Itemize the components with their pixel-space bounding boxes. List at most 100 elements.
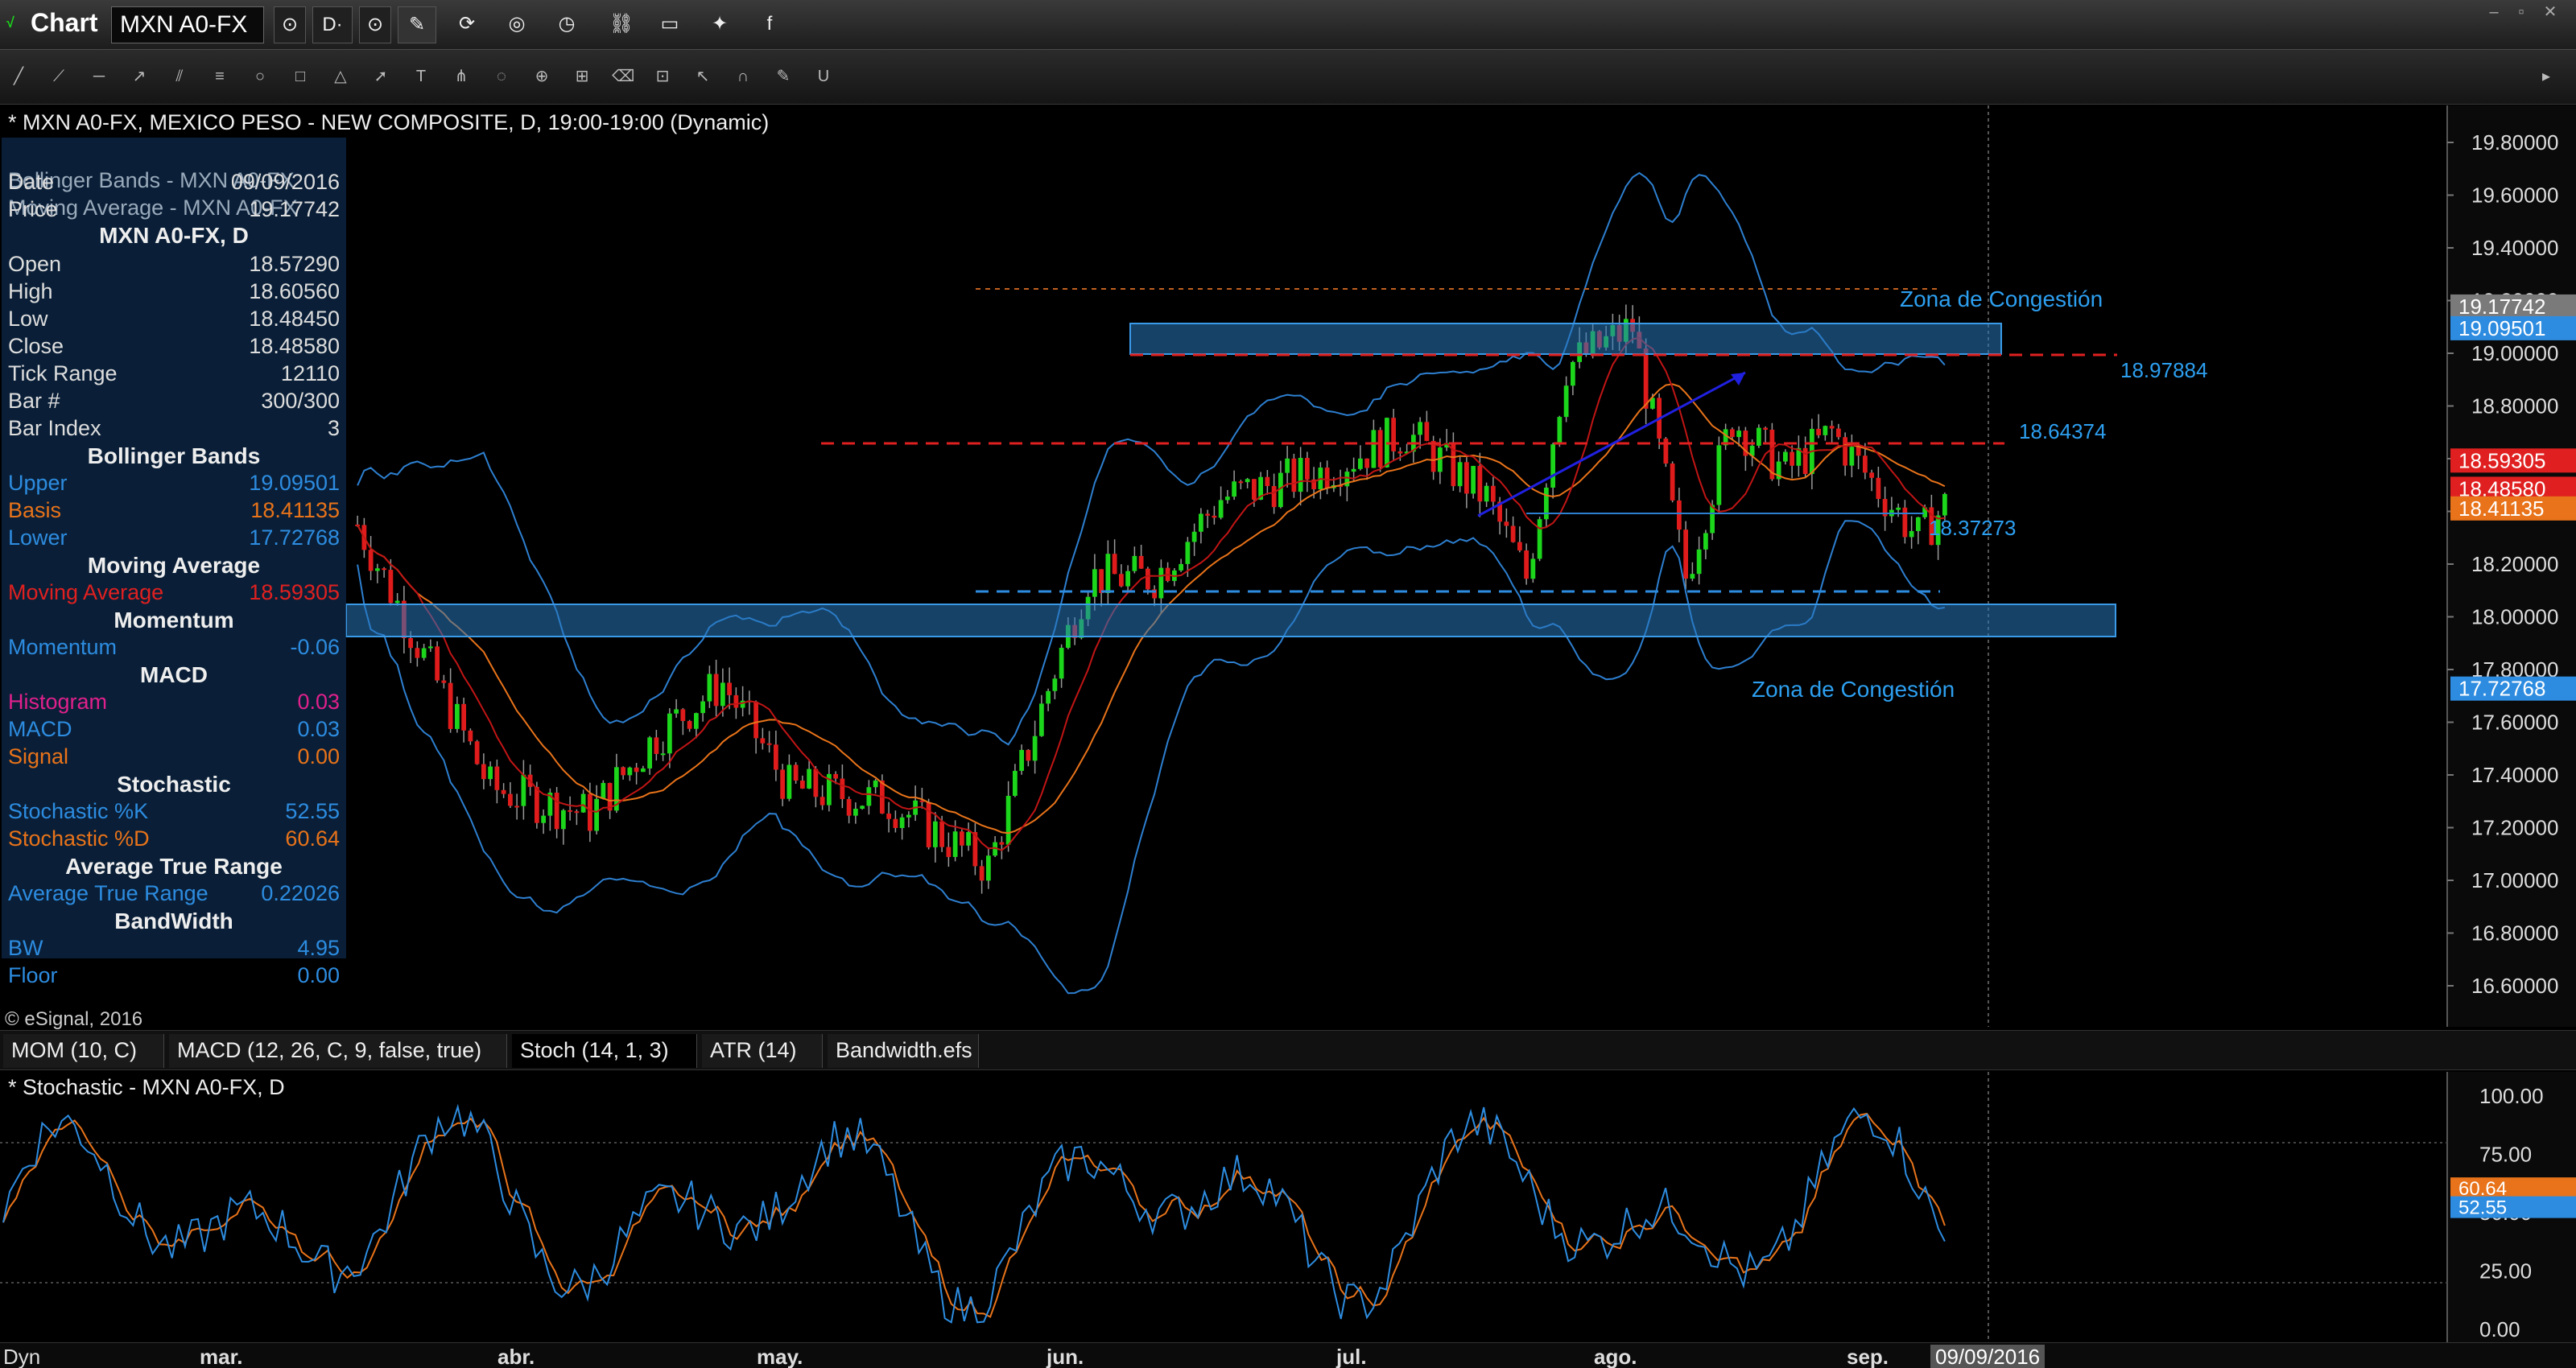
- interval-selector[interactable]: D·: [312, 6, 353, 43]
- candle-body: [1942, 493, 1947, 516]
- stochastic-canvas[interactable]: 100.0075.0050.0025.000.0060.6452.55: [0, 1072, 2576, 1342]
- candle-body: [1876, 477, 1881, 500]
- text-icon[interactable]: T: [411, 64, 431, 89]
- candle-body: [461, 703, 467, 731]
- candle-body: [1012, 770, 1018, 796]
- candle-body: [1643, 348, 1649, 409]
- link-icon[interactable]: ⛓: [605, 6, 638, 43]
- symbol-link-icon[interactable]: ⊙: [274, 6, 306, 43]
- date-axis-month: ago.: [1594, 1345, 1637, 1368]
- indicator-tab[interactable]: MOM (10, C): [3, 1034, 164, 1068]
- candle-body: [999, 842, 1005, 845]
- candle-body: [521, 774, 526, 806]
- price-tick-label: 18.20000: [2471, 552, 2558, 576]
- indicator-tab[interactable]: ATR (14): [702, 1034, 823, 1068]
- candle-body: [382, 568, 387, 571]
- restore-icon[interactable]: ▫: [2510, 3, 2533, 21]
- indicator-tab[interactable]: Bandwidth.efs: [828, 1034, 979, 1068]
- candle-body: [441, 680, 447, 683]
- cycle-icon[interactable]: ◌: [491, 64, 512, 89]
- cw-macd-value: 0.00: [297, 744, 340, 768]
- cw-macd-value: 0.03: [297, 690, 340, 714]
- candle-body: [1145, 568, 1150, 590]
- lock-icon[interactable]: ⊡: [652, 64, 673, 89]
- esignal-logo-icon: √: [6, 14, 14, 31]
- candle-body: [1212, 515, 1217, 518]
- twitter-icon[interactable]: ✦: [704, 6, 736, 43]
- chat-icon[interactable]: ▭: [654, 6, 686, 43]
- minimize-icon[interactable]: –: [2483, 3, 2505, 21]
- symbol-input[interactable]: MXN A0-FX: [111, 6, 264, 43]
- pencil-tool-icon[interactable]: ✎: [398, 6, 436, 43]
- cw-bb-heading: Bollinger Bands: [87, 443, 261, 468]
- cw-price-row: Price 19.17742: [8, 197, 340, 221]
- candle-body: [1205, 513, 1211, 516]
- arrow-icon[interactable]: ➚: [370, 64, 391, 89]
- candle-body: [793, 764, 799, 781]
- facebook-icon[interactable]: f: [753, 6, 786, 43]
- candle-body: [1676, 500, 1682, 530]
- cw-stoch-value: 52.55: [285, 799, 340, 823]
- indicator-tab-bar: MOM (10, C) MACD (12, 26, C, 9, false, tr…: [0, 1030, 2576, 1070]
- cw-ohlc-row: Low 18.48450: [8, 307, 345, 334]
- horizontal-line-icon[interactable]: ─: [89, 64, 109, 89]
- refresh-icon[interactable]: ⟳: [451, 6, 483, 43]
- candle-body: [1118, 574, 1124, 587]
- line-icon[interactable]: ╱: [8, 64, 29, 89]
- price-tag-label: 17.72768: [2458, 677, 2545, 701]
- candle-body: [1690, 574, 1695, 579]
- close-icon[interactable]: ✕: [2539, 3, 2562, 21]
- cw-bb-value: 19.09501: [249, 471, 340, 495]
- price-tick-label: 18.80000: [2471, 394, 2558, 418]
- chart-canvas[interactable]: 19.8000019.6000019.4000019.2000019.00000…: [0, 105, 2576, 1027]
- cw-symbol-heading: MXN A0-FX, D: [99, 223, 249, 248]
- candle-body: [946, 847, 952, 857]
- interval-link-icon[interactable]: ⊙: [359, 6, 391, 43]
- indicator-tab[interactable]: Stoch (14, 1, 3): [512, 1034, 697, 1068]
- triangle-icon[interactable]: △: [330, 64, 351, 89]
- candle-body: [488, 766, 493, 780]
- cw-ohlc-row: Bar Index 3: [8, 416, 345, 443]
- grid-icon[interactable]: ⊞: [572, 64, 592, 89]
- channel-icon[interactable]: ⫽: [169, 64, 190, 89]
- indicator-tab[interactable]: MACD (12, 26, C, 9, false, true): [169, 1034, 507, 1068]
- cw-ohlc-label: High: [8, 279, 53, 303]
- candle-body: [1158, 567, 1164, 599]
- candle-body: [1099, 569, 1104, 593]
- candle-body: [541, 815, 547, 823]
- candle-body: [1224, 497, 1230, 501]
- eraser-icon[interactable]: ⌫: [612, 64, 634, 89]
- ray-icon[interactable]: ⟋: [48, 64, 69, 89]
- cw-ma-row: Moving Average 18.59305: [8, 580, 340, 604]
- stochastic-panel[interactable]: 100.0075.0050.0025.000.0060.6452.55 * St…: [0, 1072, 2576, 1342]
- trend-icon[interactable]: ↗: [129, 64, 150, 89]
- candle-body: [388, 570, 394, 604]
- pitchfork-icon[interactable]: ⋔: [451, 64, 472, 89]
- fib-icon[interactable]: ≡: [209, 64, 230, 89]
- candle-body: [415, 648, 420, 658]
- toolbar-menu-icon[interactable]: ▸: [2536, 64, 2557, 89]
- stoch-tick-label: 0.00: [2479, 1317, 2520, 1341]
- candle-body: [760, 738, 766, 744]
- candle-body: [1052, 678, 1058, 691]
- stoch-tick-label: 100.00: [2479, 1084, 2544, 1108]
- candle-body: [1849, 447, 1855, 466]
- zoom-icon[interactable]: ⊕: [531, 64, 552, 89]
- cw-bb-value: 17.72768: [249, 525, 340, 550]
- target-icon[interactable]: ◎: [501, 6, 533, 43]
- cursor-icon[interactable]: ↖: [692, 64, 713, 89]
- cw-ohlc-value: 18.60560: [249, 279, 340, 303]
- candle-body: [966, 832, 972, 846]
- pencil-icon[interactable]: ✎: [773, 64, 794, 89]
- date-axis-month: mar.: [200, 1345, 243, 1368]
- price-tick-label: 16.60000: [2471, 974, 2558, 998]
- bold-u-icon[interactable]: U: [813, 64, 834, 89]
- candle-body: [568, 810, 573, 812]
- magnet-icon[interactable]: ∩: [733, 64, 753, 89]
- candle-body: [1038, 703, 1044, 736]
- ellipse-icon[interactable]: ○: [250, 64, 270, 89]
- candle-body: [474, 741, 480, 764]
- rectangle-icon[interactable]: □: [290, 64, 311, 89]
- price-chart[interactable]: 19.8000019.6000019.4000019.2000019.00000…: [0, 105, 2576, 1027]
- clock-icon[interactable]: ◷: [551, 6, 583, 43]
